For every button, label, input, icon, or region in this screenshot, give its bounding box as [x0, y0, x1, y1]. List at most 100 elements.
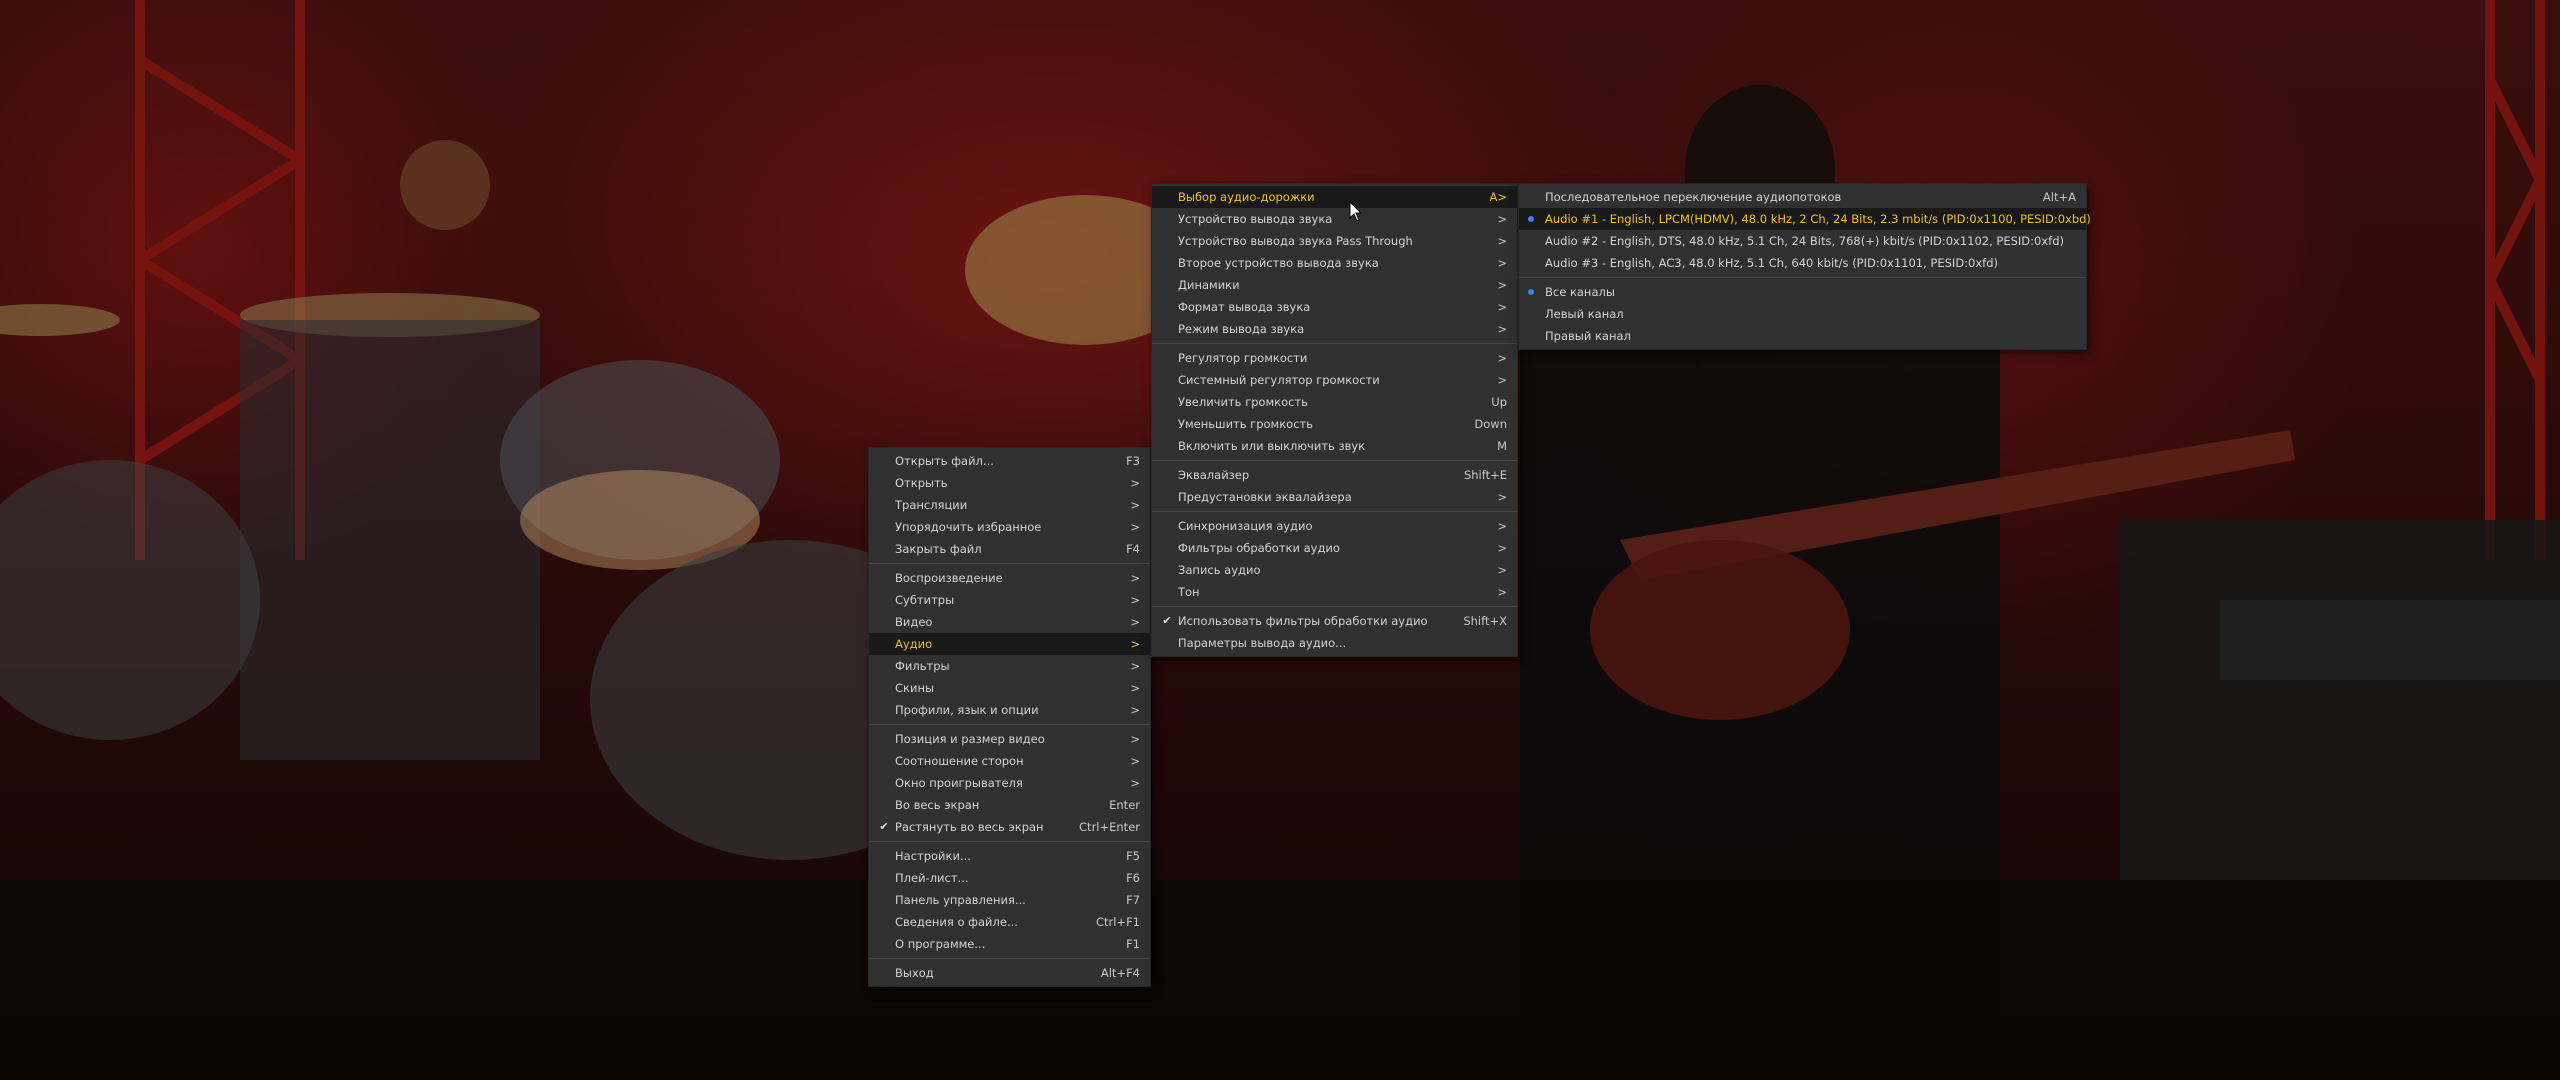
checkmark-icon: ✔	[1162, 614, 1172, 627]
menu-item-exit[interactable]: Выход Alt+F4	[869, 962, 1150, 984]
menu-item-speakers[interactable]: Динамики >	[1152, 274, 1517, 296]
menu-item-equalizer[interactable]: Эквалайзер Shift+E	[1152, 464, 1517, 486]
menu-item-label: Воспроизведение	[895, 571, 1003, 585]
menu-item-toggle-mute[interactable]: Включить или выключить звук M	[1152, 435, 1517, 457]
menu-item-label: Окно проигрывателя	[895, 776, 1023, 790]
menu-item-left-channel[interactable]: Левый канал	[1519, 303, 2086, 325]
menu-item-label: Упорядочить избранное	[895, 520, 1042, 534]
menu-item-all-channels[interactable]: Все каналы	[1519, 281, 2086, 303]
menu-item-audio-track-2[interactable]: Audio #2 - English, DTS, 48.0 kHz, 5.1 C…	[1519, 230, 2086, 252]
menu-item-shortcut: Down	[1474, 417, 1507, 431]
menu-item-label: О программе...	[895, 937, 986, 951]
menu-item-audio-sync[interactable]: Синхронизация аудио >	[1152, 515, 1517, 537]
menu-separator	[869, 958, 1150, 959]
menu-item-shortcut: Shift+X	[1463, 614, 1507, 628]
submenu-arrow: >	[1130, 659, 1140, 673]
menu-item-audio-record[interactable]: Запись аудио >	[1152, 559, 1517, 581]
menu-item-shortcut: Alt+A	[2042, 190, 2076, 204]
menu-separator	[869, 563, 1150, 564]
menu-item-cycle-audio-streams[interactable]: Последовательное переключение аудиопоток…	[1519, 186, 2086, 208]
menu-item-audio-output-device[interactable]: Устройство вывода звука >	[1152, 208, 1517, 230]
menu-item-skins[interactable]: Скины >	[869, 677, 1150, 699]
menu-item-second-output-device[interactable]: Второе устройство вывода звука >	[1152, 252, 1517, 274]
menu-item-open[interactable]: Открыть >	[869, 472, 1150, 494]
submenu-arrow: >	[1497, 300, 1507, 314]
menu-item-label: Настройки...	[895, 849, 971, 863]
menu-item-label: Audio #2 - English, DTS, 48.0 kHz, 5.1 C…	[1545, 234, 2064, 248]
menu-item-system-volume[interactable]: Системный регулятор громкости >	[1152, 369, 1517, 391]
menu-item-video-position[interactable]: Позиция и размер видео >	[869, 728, 1150, 750]
menu-item-label: Системный регулятор громкости	[1178, 373, 1380, 387]
menu-item-stretch-fullscreen[interactable]: ✔ Растянуть во весь экран Ctrl+Enter	[869, 816, 1150, 838]
submenu-arrow: >	[1130, 681, 1140, 695]
menu-item-streams[interactable]: Трансляции >	[869, 494, 1150, 516]
submenu-arrow: >	[1497, 563, 1507, 577]
menu-item-label: Левый канал	[1545, 307, 1624, 321]
menu-item-right-channel[interactable]: Правый канал	[1519, 325, 2086, 347]
submenu-arrow: >	[1130, 593, 1140, 607]
menu-item-shortcut: F4	[1126, 542, 1140, 556]
submenu-arrow: >	[1130, 476, 1140, 490]
menu-item-label: Субтитры	[895, 593, 955, 607]
menu-item-shortcut: F7	[1126, 893, 1140, 907]
menu-item-filters[interactable]: Фильтры >	[869, 655, 1150, 677]
menu-item-label: Устройство вывода звука	[1178, 212, 1333, 226]
menu-item-select-audio-track[interactable]: Выбор аудио-дорожки A>	[1152, 186, 1517, 208]
menu-item-subtitles[interactable]: Субтитры >	[869, 589, 1150, 611]
menu-separator	[1152, 460, 1517, 461]
menu-item-label: Растянуть во весь экран	[895, 820, 1044, 834]
menu-item-label: Устройство вывода звука Pass Through	[1178, 234, 1413, 248]
menu-item-audio-output-params[interactable]: Параметры вывода аудио...	[1152, 632, 1517, 654]
menu-item-playlist[interactable]: Плей-лист... F6	[869, 867, 1150, 889]
menu-item-audio-track-3[interactable]: Audio #3 - English, AC3, 48.0 kHz, 5.1 C…	[1519, 252, 2086, 274]
menu-item-label: Формат вывода звука	[1178, 300, 1311, 314]
menu-item-tone[interactable]: Тон >	[1152, 581, 1517, 603]
menu-item-control-panel[interactable]: Панель управления... F7	[869, 889, 1150, 911]
context-menu-main: Открыть файл... F3 Открыть > Трансляции > У…	[868, 447, 1151, 987]
menu-item-playback[interactable]: Воспроизведение >	[869, 567, 1150, 589]
menu-item-file-info[interactable]: Сведения о файле... Ctrl+F1	[869, 911, 1150, 933]
menu-item-equalizer-presets[interactable]: Предустановки эквалайзера >	[1152, 486, 1517, 508]
radio-selected-icon	[1528, 289, 1534, 295]
menu-item-label: Предустановки эквалайзера	[1178, 490, 1352, 504]
menu-item-close-file[interactable]: Закрыть файл F4	[869, 538, 1150, 560]
submenu-arrow: >	[1130, 732, 1140, 746]
submenu-arrow: >	[1130, 754, 1140, 768]
menu-item-player-window[interactable]: Окно проигрывателя >	[869, 772, 1150, 794]
menu-item-fullscreen[interactable]: Во весь экран Enter	[869, 794, 1150, 816]
menu-item-label: Audio #3 - English, AC3, 48.0 kHz, 5.1 C…	[1545, 256, 1999, 270]
menu-item-shortcut: Ctrl+F1	[1095, 915, 1140, 929]
menu-separator	[869, 841, 1150, 842]
menu-item-audio-filters[interactable]: Фильтры обработки аудио >	[1152, 537, 1517, 559]
menu-item-label: Включить или выключить звук	[1178, 439, 1366, 453]
menu-item-video[interactable]: Видео >	[869, 611, 1150, 633]
submenu-arrow: >	[1130, 776, 1140, 790]
menu-item-shortcut: F1	[1126, 937, 1140, 951]
menu-item-volume-down[interactable]: Уменьшить громкость Down	[1152, 413, 1517, 435]
menu-item-aspect-ratio[interactable]: Соотношение сторон >	[869, 750, 1150, 772]
menu-item-audio-track-1[interactable]: Audio #1 - English, LPCM(HDMV), 48.0 kHz…	[1519, 208, 2091, 230]
menu-item-audio[interactable]: Аудио >	[869, 633, 1150, 655]
menu-item-use-audio-filters[interactable]: ✔ Использовать фильтры обработки аудио Shi…	[1152, 610, 1517, 632]
menu-item-settings[interactable]: Настройки... F5	[869, 845, 1150, 867]
menu-item-passthrough-device[interactable]: Устройство вывода звука Pass Through >	[1152, 230, 1517, 252]
submenu-arrow: >	[1497, 541, 1507, 555]
menu-item-label: Фильтры обработки аудио	[1178, 541, 1340, 555]
menu-item-about[interactable]: О программе... F1	[869, 933, 1150, 955]
menu-item-output-mode[interactable]: Режим вывода звука >	[1152, 318, 1517, 340]
menu-item-label: Синхронизация аудио	[1178, 519, 1313, 533]
arrow-cursor-icon	[1349, 201, 1363, 222]
menu-item-profiles[interactable]: Профили, язык и опции >	[869, 699, 1150, 721]
submenu-arrow: >	[1130, 520, 1140, 534]
menu-item-volume-up[interactable]: Увеличить громкость Up	[1152, 391, 1517, 413]
menu-item-open-file[interactable]: Открыть файл... F3	[869, 450, 1150, 472]
menu-item-label: Audio #1 - English, LPCM(HDMV), 48.0 kHz…	[1545, 212, 2091, 226]
menu-item-label: Все каналы	[1545, 285, 1615, 299]
menu-item-organize-favorites[interactable]: Упорядочить избранное >	[869, 516, 1150, 538]
menu-item-label: Уменьшить громкость	[1178, 417, 1314, 431]
menu-item-output-format[interactable]: Формат вывода звука >	[1152, 296, 1517, 318]
menu-item-shortcut: F6	[1126, 871, 1140, 885]
menu-item-label: Открыть файл...	[895, 454, 994, 468]
menu-item-volume-control[interactable]: Регулятор громкости >	[1152, 347, 1517, 369]
menu-item-shortcut: Shift+E	[1463, 468, 1507, 482]
